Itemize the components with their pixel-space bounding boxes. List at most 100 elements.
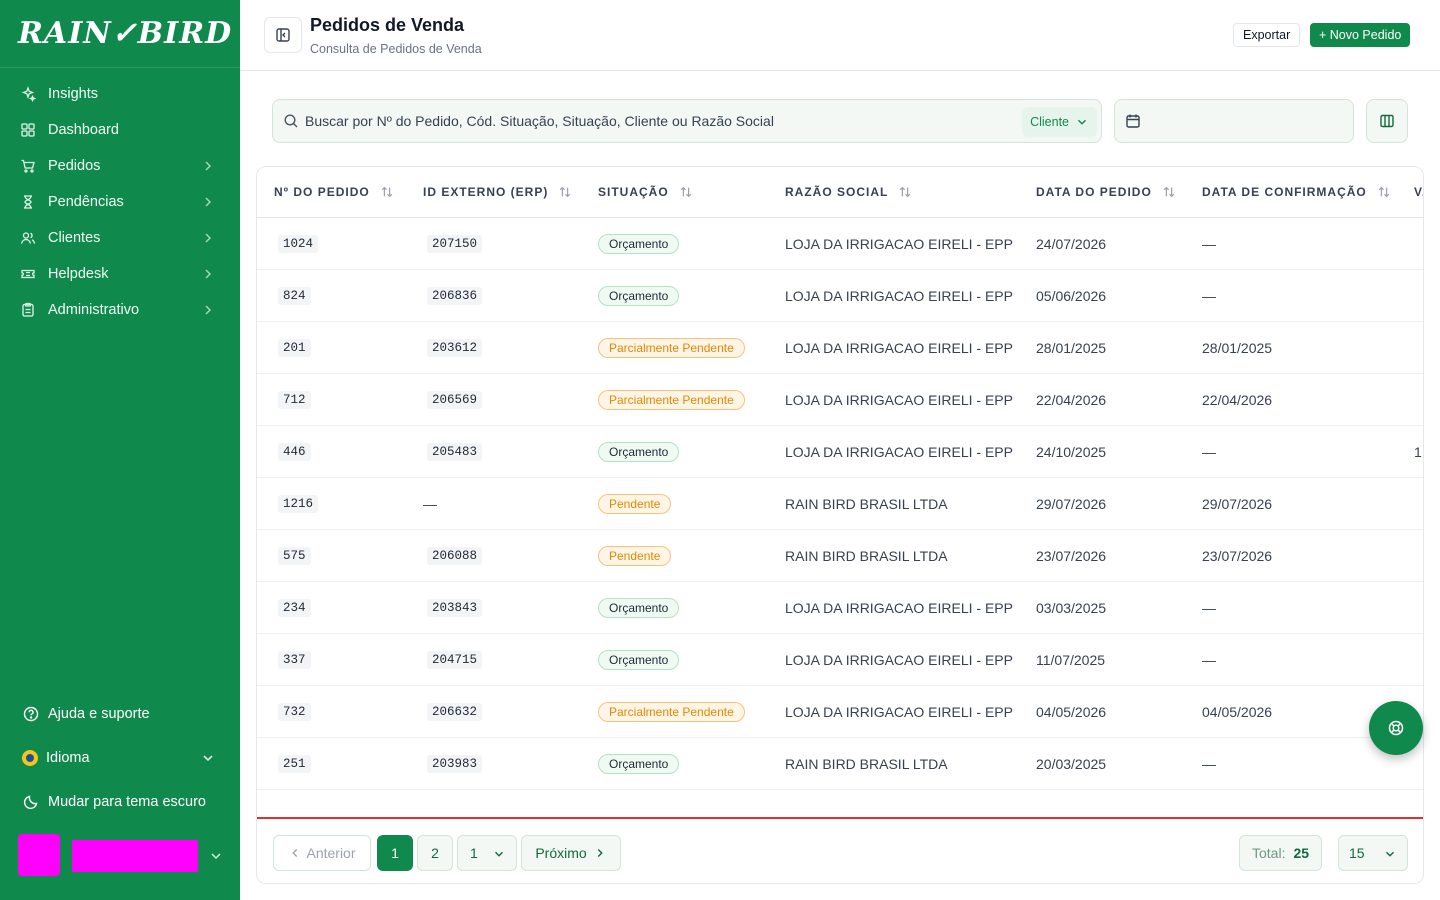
sidebar-item-label: Clientes bbox=[48, 230, 101, 246]
cell-confirmacao: 23/07/2026 bbox=[1202, 530, 1272, 582]
column-header[interactable]: RAZÃO SOCIAL bbox=[785, 185, 912, 199]
table-row[interactable]: 732 206632 Parcialmente Pendente LOJA DA IR… bbox=[257, 686, 1423, 738]
prev-page-button[interactable]: Anterior bbox=[273, 835, 371, 871]
language-select[interactable]: Idioma bbox=[0, 736, 240, 780]
order-number: 251 bbox=[278, 755, 311, 773]
cell-text: — bbox=[1202, 288, 1216, 304]
users-icon bbox=[20, 230, 36, 246]
columns-icon bbox=[1380, 114, 1394, 128]
page-jump-select[interactable]: 1 bbox=[457, 835, 517, 871]
sidebar-toggle-button[interactable] bbox=[264, 17, 302, 53]
cell-confirmacao: — bbox=[1202, 426, 1216, 478]
cell-text: 04/05/2026 bbox=[1202, 704, 1273, 720]
page-button-2[interactable]: 2 bbox=[417, 835, 453, 871]
chevron-right-icon bbox=[200, 266, 216, 282]
table-row[interactable]: 251 203983 Orçamento RAIN BIRD BRASIL LTDA 2… bbox=[257, 738, 1423, 790]
search-scope-select[interactable]: Cliente bbox=[1022, 107, 1097, 137]
table-row[interactable]: 201 203612 Parcialmente Pendente LOJA DA IR… bbox=[257, 322, 1423, 374]
cell-razao: LOJA DA IRRIGACAO EIRELI - EPP bbox=[785, 686, 1013, 738]
cell-text: 22/04/2026 bbox=[1202, 392, 1273, 408]
sidebar-item-label: Pendências bbox=[48, 194, 124, 210]
cell-text: LOJA DA IRRIGACAO EIRELI - EPP bbox=[785, 288, 1013, 304]
table-body: 1024 207150 Orçamento LOJA DA IRRIGACAO EIR… bbox=[257, 218, 1423, 818]
column-header[interactable]: DATA DO PEDIDO bbox=[1036, 185, 1176, 199]
table-row[interactable]: 1024 207150 Orçamento LOJA DA IRRIGACAO EIR… bbox=[257, 218, 1423, 270]
column-header-label: ID EXTERNO (ERP) bbox=[423, 185, 549, 199]
sidebar-item-pendencias[interactable]: Pendências bbox=[0, 184, 240, 220]
cell-text: — bbox=[1202, 600, 1216, 616]
column-header[interactable]: ID EXTERNO (ERP) bbox=[423, 185, 572, 199]
sort-icon bbox=[1162, 185, 1176, 199]
export-button[interactable]: Exportar bbox=[1233, 23, 1301, 47]
cell-text: 03/03/2025 bbox=[1036, 600, 1107, 616]
cell-pedido: 824 bbox=[278, 270, 311, 322]
cell-situacao: Orçamento bbox=[598, 218, 680, 270]
columns-toggle-button[interactable] bbox=[1366, 99, 1408, 143]
cell-data: 29/07/2026 bbox=[1036, 478, 1106, 530]
table-row[interactable]: 824 206836 Orçamento LOJA DA IRRIGACAO EIRE… bbox=[257, 270, 1423, 322]
cell-text: 20/03/2025 bbox=[1036, 756, 1107, 772]
status-badge: Orçamento bbox=[598, 598, 680, 618]
cell-text: 28/01/2025 bbox=[1202, 340, 1273, 356]
erp-id: 203843 bbox=[427, 599, 483, 617]
erp-id: 206836 bbox=[427, 287, 483, 305]
cell-razao: LOJA DA IRRIGACAO EIRELI - EPP bbox=[785, 322, 1013, 374]
new-order-button[interactable]: + Novo Pedido bbox=[1310, 23, 1411, 47]
cell-situacao: Pendente bbox=[598, 530, 672, 582]
chevron-down-icon bbox=[1386, 851, 1394, 857]
table-row[interactable]: 234 203843 Orçamento LOJA DA IRRIGACAO EIRE… bbox=[257, 582, 1423, 634]
page-size-select[interactable]: 15 bbox=[1338, 835, 1408, 871]
sidebar-item-clientes[interactable]: Clientes bbox=[0, 220, 240, 256]
page-button-1[interactable]: 1 bbox=[377, 835, 413, 871]
help-circle-icon bbox=[22, 705, 40, 723]
cell-data: 24/07/2026 bbox=[1036, 218, 1106, 270]
status-badge: Orçamento bbox=[598, 234, 680, 254]
cell-confirmacao: — bbox=[1202, 270, 1216, 322]
erp-id: 203612 bbox=[427, 339, 483, 357]
cell-situacao: Orçamento bbox=[598, 582, 680, 634]
theme-toggle-label: Mudar para tema escuro bbox=[48, 794, 206, 810]
cell-confirmacao: 29/07/2026 bbox=[1202, 478, 1272, 530]
help-support-link[interactable]: Ajuda e suporte bbox=[0, 692, 240, 736]
user-name-redacted bbox=[72, 840, 198, 872]
date-range-picker[interactable] bbox=[1114, 99, 1354, 143]
table-row[interactable]: 1216 — Pendente RAIN BIRD BRASIL LTDA 29/07/… bbox=[257, 478, 1423, 530]
sidebar-item-insights[interactable]: Insights bbox=[0, 76, 240, 112]
cell-text: 1: bbox=[1414, 444, 1423, 460]
column-header-label: V. bbox=[1414, 185, 1423, 199]
cell-razao: RAIN BIRD BRASIL LTDA bbox=[785, 478, 948, 530]
sidebar-item-helpdesk[interactable]: Helpdesk bbox=[0, 256, 240, 292]
column-header[interactable]: V. bbox=[1414, 185, 1423, 199]
cell-erp: — bbox=[423, 478, 437, 530]
sidebar-item-dashboard[interactable]: Dashboard bbox=[0, 112, 240, 148]
user-menu[interactable] bbox=[18, 834, 228, 876]
column-header[interactable]: DATA DE CONFIRMAÇÃO bbox=[1202, 185, 1391, 199]
cell-text: — bbox=[1202, 236, 1216, 252]
search-input[interactable] bbox=[305, 113, 1005, 129]
column-header[interactable]: Nº DO PEDIDO bbox=[274, 185, 394, 199]
status-badge: Orçamento bbox=[598, 286, 680, 306]
table-row[interactable]: 712 206569 Parcialmente Pendente LOJA DA IR… bbox=[257, 374, 1423, 426]
page-size-value: 15 bbox=[1349, 845, 1365, 861]
order-number: 732 bbox=[278, 703, 311, 721]
support-fab-button[interactable] bbox=[1369, 701, 1423, 755]
sidebar-item-administrativo[interactable]: Administrativo bbox=[0, 292, 240, 328]
cell-confirmacao: 22/04/2026 bbox=[1202, 374, 1272, 426]
cell-data: 24/10/2025 bbox=[1036, 426, 1106, 478]
next-page-button[interactable]: Próximo bbox=[521, 835, 621, 871]
table-row[interactable]: 337 204715 Orçamento LOJA DA IRRIGACAO EIRE… bbox=[257, 634, 1423, 686]
total-label: Total: bbox=[1252, 845, 1286, 861]
table-row[interactable]: 446 205483 Orçamento LOJA DA IRRIGACAO EIRE… bbox=[257, 426, 1423, 478]
cell-erp: 206088 bbox=[427, 530, 483, 582]
sidebar-item-pedidos[interactable]: Pedidos bbox=[0, 148, 240, 184]
cell-confirmacao: — bbox=[1202, 582, 1216, 634]
brand-name: RAIN✓BIRD bbox=[18, 16, 233, 51]
theme-toggle[interactable]: Mudar para tema escuro bbox=[0, 780, 240, 824]
table-row[interactable]: 575 206088 Pendente RAIN BIRD BRASIL LTDA 23… bbox=[257, 530, 1423, 582]
cell-text: — bbox=[1202, 756, 1216, 772]
cell-text: RAIN BIRD BRASIL LTDA bbox=[785, 496, 948, 512]
brand-logo[interactable]: RAIN✓BIRD bbox=[0, 0, 240, 68]
cell-confirmacao: — bbox=[1202, 634, 1216, 686]
cell-pedido: 234 bbox=[278, 582, 311, 634]
column-header[interactable]: SITUAÇÃO bbox=[598, 185, 693, 199]
